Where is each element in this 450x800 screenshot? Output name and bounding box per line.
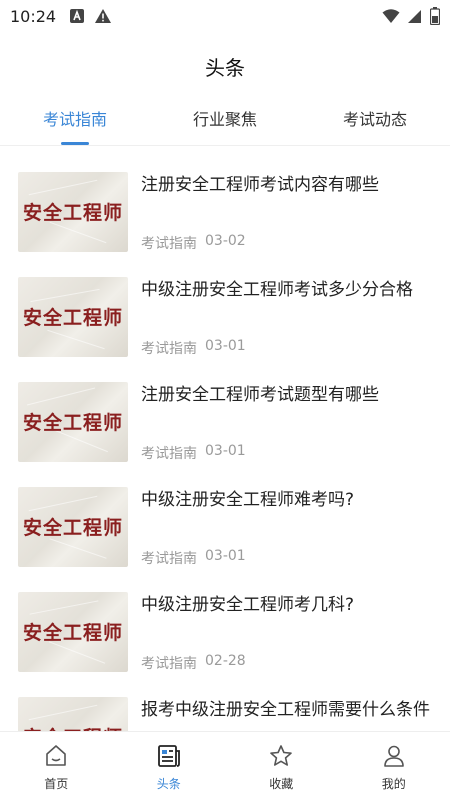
article-title: 中级注册安全工程师难考吗? <box>141 490 355 510</box>
status-bar: 10:24 <box>0 0 450 32</box>
article-thumbnail: 安全工程师 <box>18 172 128 252</box>
page-title: 头条 <box>205 56 245 80</box>
nav-favorites[interactable]: 收藏 <box>225 732 338 800</box>
active-tab-indicator <box>61 142 89 145</box>
wifi-icon <box>382 9 400 23</box>
article-item[interactable]: 安全工程师 报考中级注册安全工程师需要什么条件 <box>0 672 450 731</box>
status-time: 10:24 <box>10 6 57 26</box>
article-category: 考试指南 <box>141 656 197 672</box>
thumbnail-text: 安全工程师 <box>22 517 123 539</box>
article-list: 安全工程师 注册安全工程师考试内容有哪些 考试指南 03-02 安全工程师 中级… <box>0 147 450 731</box>
home-icon <box>46 745 67 766</box>
battery-icon <box>430 7 440 25</box>
tab-label: 考试指南 <box>42 110 107 129</box>
article-date: 02-28 <box>205 653 246 669</box>
article-title: 中级注册安全工程师考几科? <box>141 595 355 615</box>
signal-icon <box>408 10 421 23</box>
article-category: 考试指南 <box>141 446 197 462</box>
news-icon <box>157 745 180 767</box>
bottom-nav: 首页 头条 收藏 我的 <box>0 731 450 800</box>
article-category: 考试指南 <box>141 236 197 252</box>
article-date: 03-02 <box>205 233 246 249</box>
article-date: 03-01 <box>205 548 246 564</box>
article-title: 中级注册安全工程师考试多少分合格 <box>141 280 413 300</box>
article-category: 考试指南 <box>141 341 197 357</box>
nav-label: 收藏 <box>269 777 294 791</box>
article-thumbnail: 安全工程师 <box>18 697 128 731</box>
article-meta: 考试指南 03-01 <box>141 548 246 568</box>
article-meta: 考试指南 02-28 <box>141 653 246 673</box>
article-item[interactable]: 安全工程师 注册安全工程师考试题型有哪些 考试指南 03-01 <box>0 357 450 462</box>
tab-bar: 考试指南 行业聚焦 考试动态 <box>0 96 450 146</box>
warning-icon <box>95 9 112 23</box>
nav-profile[interactable]: 我的 <box>338 732 450 800</box>
article-item[interactable]: 安全工程师 注册安全工程师考试内容有哪些 考试指南 03-02 <box>0 147 450 252</box>
thumbnail-text: 安全工程师 <box>22 412 123 434</box>
article-thumbnail: 安全工程师 <box>18 382 128 462</box>
article-item[interactable]: 安全工程师 中级注册安全工程师考几科? 考试指南 02-28 <box>0 567 450 672</box>
article-category: 考试指南 <box>141 551 197 567</box>
nav-home[interactable]: 首页 <box>0 732 113 800</box>
tab-exam-news[interactable]: 考试动态 <box>300 96 450 145</box>
article-meta: 考试指南 03-01 <box>141 443 246 463</box>
thumbnail-text: 安全工程师 <box>22 307 123 329</box>
tab-label: 行业聚焦 <box>192 110 257 129</box>
thumbnail-text: 安全工程师 <box>22 622 123 644</box>
thumbnail-text: 安全工程师 <box>22 202 123 224</box>
thumbnail-text: 安全工程师 <box>18 723 128 731</box>
article-title: 注册安全工程师考试内容有哪些 <box>141 175 379 195</box>
star-icon <box>270 745 293 766</box>
article-meta: 考试指南 03-01 <box>141 338 246 358</box>
article-thumbnail: 安全工程师 <box>18 277 128 357</box>
nav-label: 头条 <box>156 777 181 791</box>
user-icon <box>383 745 404 767</box>
nav-news[interactable]: 头条 <box>113 732 226 800</box>
article-item[interactable]: 安全工程师 中级注册安全工程师难考吗? 考试指南 03-01 <box>0 462 450 567</box>
article-date: 03-01 <box>205 338 246 354</box>
tab-industry-focus[interactable]: 行业聚焦 <box>150 96 300 145</box>
article-item[interactable]: 安全工程师 中级注册安全工程师考试多少分合格 考试指南 03-01 <box>0 252 450 357</box>
article-thumbnail: 安全工程师 <box>18 592 128 672</box>
article-meta: 考试指南 03-02 <box>141 233 246 253</box>
nav-label: 首页 <box>44 777 69 791</box>
article-thumbnail: 安全工程师 <box>18 487 128 567</box>
article-title: 报考中级注册安全工程师需要什么条件 <box>141 700 430 720</box>
tab-label: 考试动态 <box>342 110 407 129</box>
tab-exam-guide[interactable]: 考试指南 <box>0 96 150 145</box>
nav-label: 我的 <box>381 777 406 791</box>
article-date: 03-01 <box>205 443 246 459</box>
notification-a-icon <box>70 9 85 23</box>
article-title: 注册安全工程师考试题型有哪些 <box>141 385 379 405</box>
